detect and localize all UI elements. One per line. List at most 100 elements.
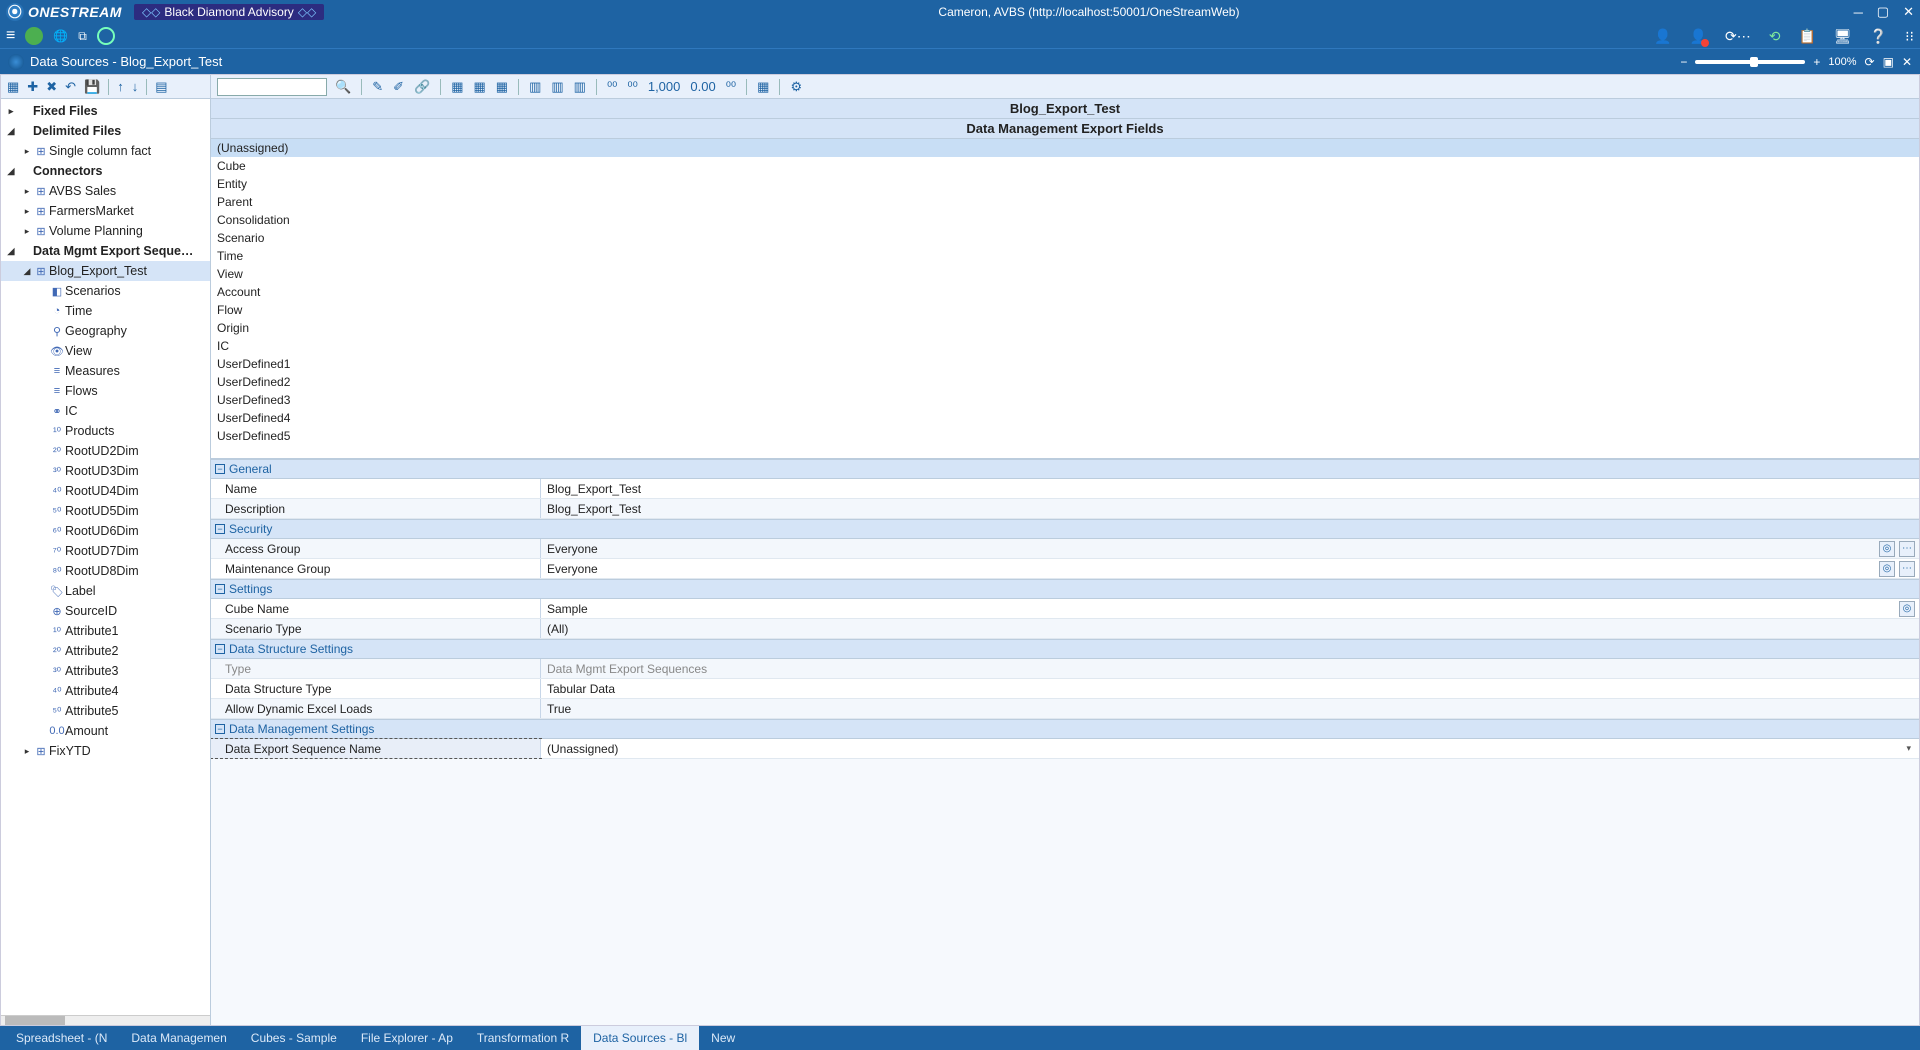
tree-node[interactable]: ▸⊞FixYTD [1, 741, 210, 761]
field-row[interactable]: Consolidation [211, 211, 1919, 229]
edit-icon[interactable]: ✎ [370, 79, 385, 95]
property-value[interactable]: Blog_Export_Test [541, 479, 1919, 498]
property-value[interactable]: True [541, 699, 1919, 718]
tree-node[interactable]: ▸Fixed Files [1, 101, 210, 121]
collapse-icon[interactable]: − [215, 644, 225, 654]
tree-node[interactable]: ◢Data Mgmt Export Seque… [1, 241, 210, 261]
tree-node[interactable]: ≡Flows [1, 381, 210, 401]
property-value[interactable]: Data Mgmt Export Sequences [541, 659, 1919, 678]
collapse-icon[interactable]: − [215, 464, 225, 474]
search-input[interactable] [217, 78, 327, 96]
tree-node[interactable]: ⁵⁰RootUD5Dim [1, 501, 210, 521]
close-tab-icon[interactable]: ✕ [1902, 55, 1912, 69]
tree-node[interactable]: 0.0Amount [1, 721, 210, 741]
add-icon[interactable]: ✚ [27, 79, 38, 95]
field-row[interactable]: Scenario [211, 229, 1919, 247]
zoom-slider[interactable] [1695, 60, 1805, 64]
fmt3-icon[interactable]: 1,000 [646, 79, 683, 94]
field-row[interactable]: UserDefined2 [211, 373, 1919, 391]
tree-node[interactable]: ¹⁰Products [1, 421, 210, 441]
field-row[interactable]: UserDefined4 [211, 409, 1919, 427]
field-row[interactable]: Parent [211, 193, 1919, 211]
undo-icon[interactable]: ↶ [65, 79, 76, 95]
tree-node[interactable]: ⁴⁰RootUD4Dim [1, 481, 210, 501]
tree-node[interactable]: ◢Delimited Files [1, 121, 210, 141]
collapse-icon[interactable]: − [215, 724, 225, 734]
caret-icon[interactable]: ◢ [5, 126, 17, 137]
field-row[interactable]: Origin [211, 319, 1919, 337]
ellipsis-icon[interactable]: ⋯ [1899, 541, 1915, 557]
property-group-header[interactable]: −Settings [211, 579, 1919, 599]
tree-node[interactable]: ³⁰RootUD3Dim [1, 461, 210, 481]
property-value[interactable]: Blog_Export_Test [541, 499, 1919, 518]
grid2-icon[interactable]: ▦ [471, 79, 487, 95]
copy-icon[interactable]: ⧉ [78, 29, 87, 44]
bottom-tab[interactable]: Data Managemen [119, 1026, 238, 1050]
tree-node[interactable]: ²⁰RootUD2Dim [1, 441, 210, 461]
bottom-tab[interactable]: Data Sources - Bl [581, 1026, 699, 1050]
bottom-tab[interactable]: File Explorer - Ap [349, 1026, 465, 1050]
tree-horizontal-scrollbar[interactable] [1, 1015, 210, 1025]
popout-icon[interactable]: ▣ [1883, 55, 1894, 69]
tree-node[interactable]: ⁵⁰Attribute5 [1, 701, 210, 721]
export-icon[interactable]: ▤ [155, 79, 167, 95]
down-icon[interactable]: ↓ [132, 79, 139, 94]
fmt4-icon[interactable]: 0.00 [688, 79, 717, 94]
link-icon[interactable]: 🔗 [412, 79, 432, 95]
target-icon[interactable]: ◎ [1879, 561, 1895, 577]
tree-node[interactable]: ▸⊞AVBS Sales [1, 181, 210, 201]
property-group-header[interactable]: −Data Structure Settings [211, 639, 1919, 659]
status-green-icon[interactable] [25, 27, 43, 45]
property-group-header[interactable]: −Security [211, 519, 1919, 539]
property-value[interactable]: (Unassigned)▾ [541, 739, 1919, 758]
caret-icon[interactable]: ◢ [21, 266, 33, 277]
refresh-tab-icon[interactable]: ⟳ [1865, 55, 1875, 69]
tree-node[interactable]: ⚭IC [1, 401, 210, 421]
fmt2-icon[interactable]: ⁰⁰ [625, 79, 639, 95]
status-circle-icon[interactable] [97, 27, 115, 45]
grid3-icon[interactable]: ▦ [494, 79, 510, 95]
gear-icon[interactable]: ⚙ [788, 79, 804, 95]
field-row[interactable]: Time [211, 247, 1919, 265]
find-icon[interactable]: 🔍 [333, 79, 353, 95]
caret-icon[interactable]: ▸ [21, 746, 33, 757]
tree-node[interactable]: ⊕SourceID [1, 601, 210, 621]
field-row[interactable]: IC [211, 337, 1919, 355]
tree-node[interactable]: 🏷Label [1, 581, 210, 601]
user-icon[interactable]: 👤 [1654, 28, 1671, 45]
tree-node[interactable]: ⁶⁰RootUD6Dim [1, 521, 210, 541]
field-row[interactable]: UserDefined5 [211, 427, 1919, 445]
target-icon[interactable]: ◎ [1879, 541, 1895, 557]
tree-node[interactable]: ⁸⁰RootUD8Dim [1, 561, 210, 581]
property-row[interactable]: Scenario Type(All) [211, 619, 1919, 639]
zoom-minus-icon[interactable]: − [1680, 55, 1687, 69]
caret-icon[interactable]: ▸ [21, 226, 33, 237]
bottom-tab[interactable]: Cubes - Sample [239, 1026, 349, 1050]
fmt5-icon[interactable]: ⁰⁰ [724, 79, 738, 95]
table-icon[interactable]: ▦ [755, 79, 771, 95]
tree[interactable]: ▸Fixed Files◢Delimited Files▸⊞Single col… [1, 99, 210, 1015]
property-value[interactable]: Tabular Data [541, 679, 1919, 698]
property-value[interactable]: Everyone◎⋯ [541, 559, 1919, 578]
property-group-header[interactable]: −Data Management Settings [211, 719, 1919, 739]
wand-icon[interactable]: ✐ [391, 79, 406, 95]
col1-icon[interactable]: ▥ [527, 79, 543, 95]
dropdown-icon[interactable]: ▾ [1906, 743, 1911, 754]
tree-node[interactable]: ▸⊞Volume Planning [1, 221, 210, 241]
grid1-icon[interactable]: ▦ [449, 79, 465, 95]
field-row[interactable]: UserDefined3 [211, 391, 1919, 409]
target-icon[interactable]: ◎ [1899, 601, 1915, 617]
property-row[interactable]: Data Structure TypeTabular Data [211, 679, 1919, 699]
property-value[interactable]: Everyone◎⋯ [541, 539, 1919, 558]
tree-node[interactable]: ◔Time [1, 301, 210, 321]
new-item-icon[interactable]: ▦ [7, 79, 19, 95]
settings-grid-icon[interactable]: ⁝⁝ [1905, 28, 1914, 45]
col2-icon[interactable]: ▥ [549, 79, 565, 95]
tree-node[interactable]: ◢⊞Blog_Export_Test [1, 261, 210, 281]
globe-icon[interactable]: 🌐 [53, 29, 68, 43]
col3-icon[interactable]: ▥ [572, 79, 588, 95]
property-row[interactable]: Cube NameSample◎ [211, 599, 1919, 619]
help-icon[interactable]: ❔ [1870, 28, 1887, 45]
property-row[interactable]: DescriptionBlog_Export_Test [211, 499, 1919, 519]
property-row[interactable]: Allow Dynamic Excel LoadsTrue [211, 699, 1919, 719]
